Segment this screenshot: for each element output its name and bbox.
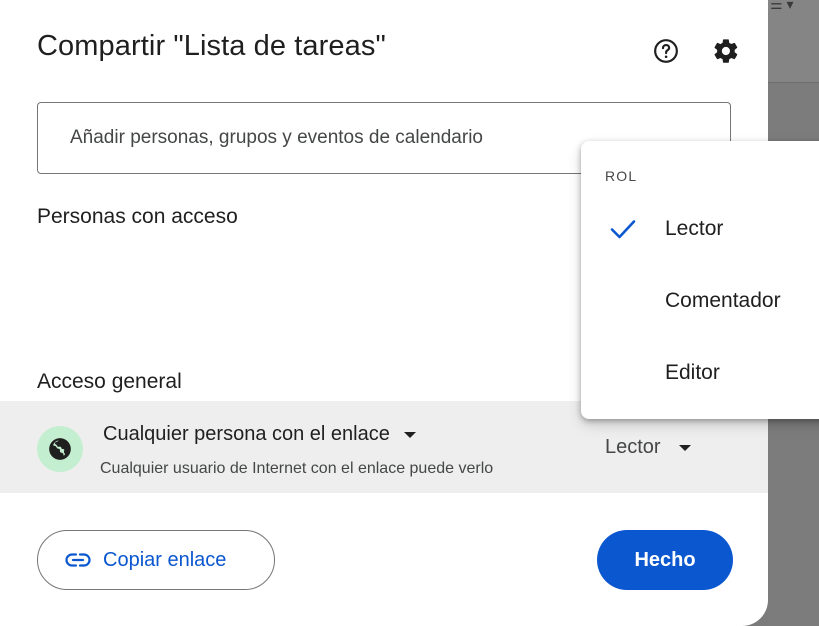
copy-link-label: Copiar enlace — [103, 548, 227, 571]
check-icon — [610, 220, 636, 239]
role-menu-item-label: Editor — [665, 361, 720, 384]
help-button[interactable] — [649, 34, 683, 68]
role-menu-item-editor[interactable]: Editor — [581, 341, 819, 405]
people-with-access-heading: Personas con acceso — [37, 205, 238, 228]
globe-icon — [49, 438, 71, 460]
role-menu-item-comentador[interactable]: Comentador — [581, 269, 819, 333]
general-access-role-label: Lector — [605, 436, 661, 458]
role-menu-item-label: Comentador — [665, 289, 781, 312]
done-button[interactable]: Hecho — [597, 530, 733, 590]
role-menu-item-label: Lector — [665, 217, 724, 240]
gear-icon — [714, 39, 738, 63]
general-access-heading: Acceso general — [37, 370, 182, 393]
role-menu: ROL Lector Comentador Editor — [581, 141, 819, 419]
background-menu-icon: ☰ ▾ — [770, 0, 794, 12]
role-menu-item-lector[interactable]: Lector — [581, 197, 819, 261]
general-access-role-dropdown[interactable]: Lector — [605, 436, 691, 459]
help-circle-icon — [654, 39, 678, 63]
caret-down-icon — [403, 431, 416, 438]
globe-badge — [37, 426, 83, 472]
link-icon — [65, 553, 91, 567]
dialog-title: Compartir "Lista de tareas" — [37, 30, 386, 62]
general-access-type-dropdown[interactable]: Cualquier persona con el enlace — [103, 423, 416, 446]
general-access-type-label: Cualquier persona con el enlace — [103, 423, 390, 445]
caret-down-icon — [678, 444, 691, 451]
role-menu-title: ROL — [605, 168, 638, 184]
settings-button[interactable] — [709, 34, 743, 68]
general-access-description: Cualquier usuario de Internet con el enl… — [100, 460, 494, 477]
background-app-header — [768, 0, 819, 83]
copy-link-button[interactable]: Copiar enlace — [37, 530, 275, 590]
